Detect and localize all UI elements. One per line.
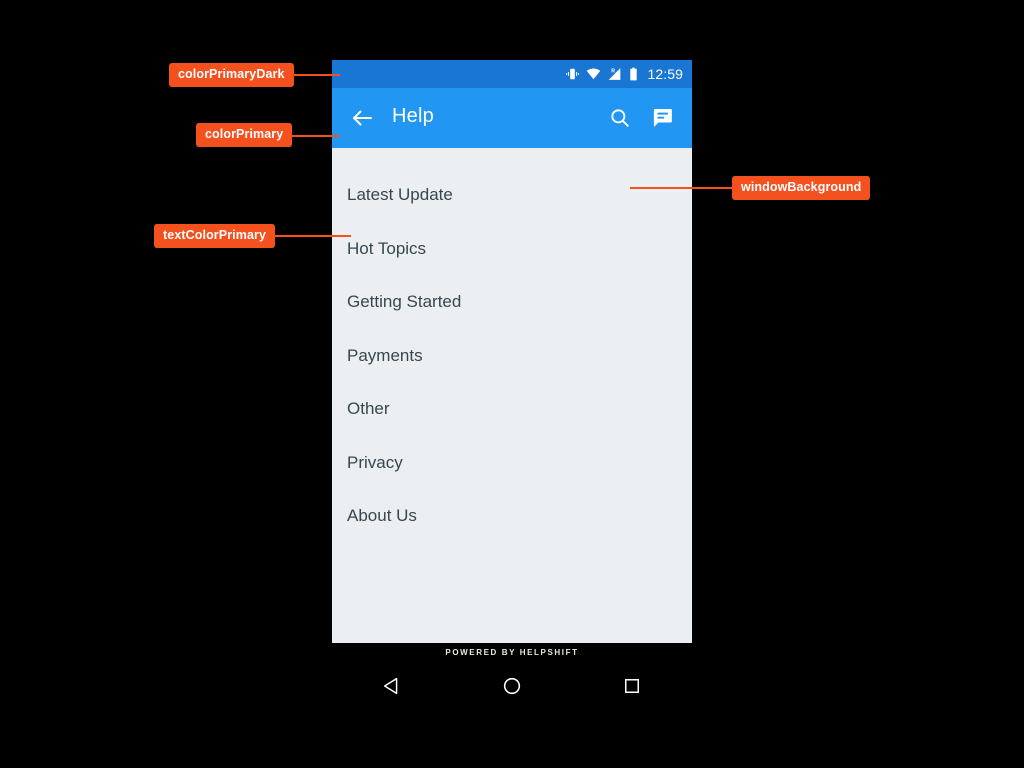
search-icon[interactable] [609,107,631,129]
nav-back-icon[interactable] [372,666,412,706]
svg-text:R: R [612,68,616,74]
back-arrow-icon[interactable] [349,106,375,130]
faq-section-list: Latest Update Hot Topics Getting Started… [332,148,692,543]
vibrate-icon [565,67,580,81]
nav-recents-icon[interactable] [612,666,652,706]
list-item[interactable]: Other [332,382,692,436]
status-bar: R 12:59 [332,60,692,88]
app-toolbar: Help [332,88,692,148]
annotation-window-background: windowBackground [732,176,871,201]
page-title: Help [392,105,434,127]
battery-icon [628,67,639,81]
leader-line-window-background [630,187,735,189]
powered-by-label: POWERED BY HELPSHIFT [332,643,692,662]
status-bar-clock: 12:59 [647,66,683,82]
list-item[interactable]: Getting Started [332,275,692,329]
system-navigation-bar [332,662,692,710]
leader-line-color-primary-dark [292,74,340,76]
leader-line-text-color-primary [271,235,351,237]
list-item[interactable]: Privacy [332,436,692,490]
phone-screen: R 12:59 Help Latest Update Hot Topics Ge… [332,60,692,643]
nav-home-icon[interactable] [492,666,532,706]
list-item[interactable]: About Us [332,489,692,543]
cellular-signal-roaming-icon: R [607,67,622,81]
list-item[interactable]: Payments [332,329,692,383]
list-item[interactable]: Hot Topics [332,222,692,276]
annotation-text-color-primary: textColorPrimary [154,224,276,249]
annotation-color-primary: colorPrimary [196,123,293,148]
annotation-color-primary-dark: colorPrimaryDark [169,63,294,88]
leader-line-color-primary [292,135,340,137]
list-item[interactable]: Latest Update [332,168,692,222]
wifi-icon [586,67,601,81]
chat-icon[interactable] [651,107,674,129]
